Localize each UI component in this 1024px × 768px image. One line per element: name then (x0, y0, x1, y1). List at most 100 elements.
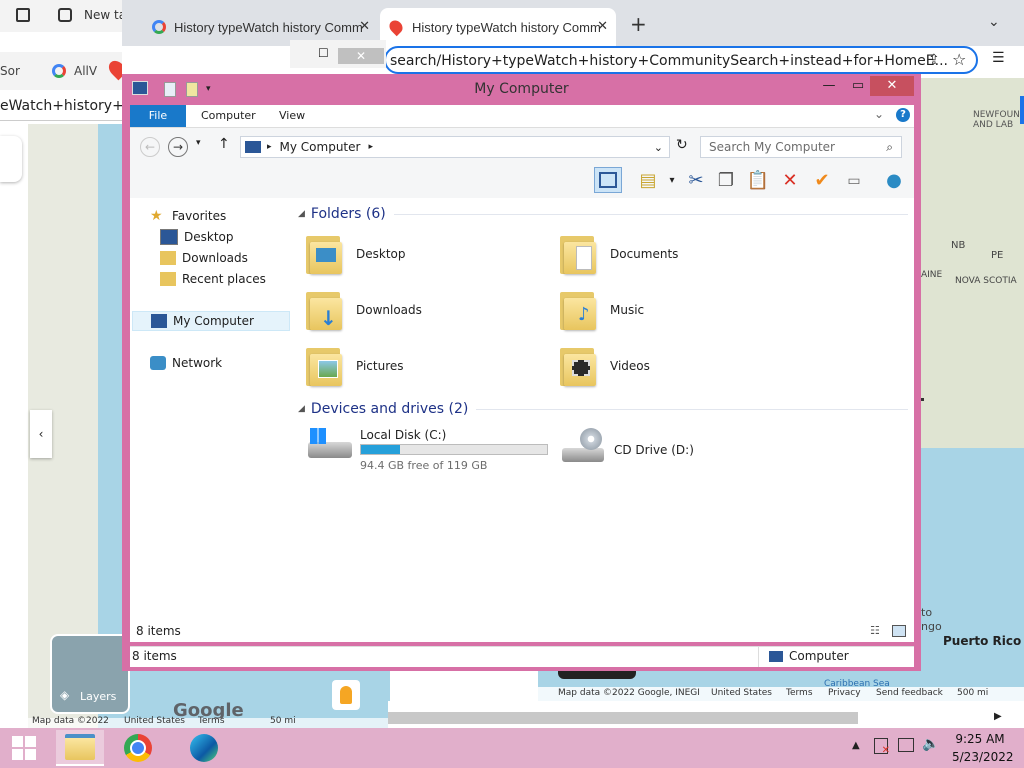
folder-item[interactable]: Videos (558, 340, 798, 392)
maximize-icon[interactable]: ☐ (318, 46, 329, 60)
scroll-right-icon[interactable]: ▶ (994, 711, 1002, 722)
rename-icon[interactable]: ▭ (842, 169, 866, 193)
map-region-link[interactable]: United States (711, 688, 772, 698)
recent-locations-icon[interactable]: ▾ (196, 138, 201, 148)
map-label-puerto-rico: Puerto Rico (943, 634, 1022, 648)
breadcrumb-chevron-icon[interactable]: ▸ (368, 142, 373, 152)
address-dropdown-icon[interactable]: ⌄ (654, 141, 663, 154)
map-region-link[interactable]: United States (124, 716, 185, 726)
tab-file[interactable]: File (130, 105, 186, 127)
reading-list-icon[interactable]: ☰ (992, 50, 1005, 66)
folder-item[interactable]: Documents (558, 228, 798, 280)
sidebar-item-desktop[interactable]: Desktop (130, 227, 288, 247)
clock-time[interactable]: 9:25 AM (952, 732, 1008, 746)
map-control-edge[interactable] (1020, 96, 1024, 124)
edge-tab-allv[interactable]: AllV (74, 64, 97, 78)
map-side-panel-tab[interactable] (0, 136, 22, 182)
map-privacy-link[interactable]: Privacy (828, 688, 861, 698)
search-icon[interactable]: ⌕ (886, 137, 893, 157)
map-land (921, 78, 1024, 448)
close-tab-icon[interactable]: ✕ (597, 18, 608, 34)
search-input[interactable]: Search My Computer ⌕ (700, 136, 902, 158)
chrome-omnibox[interactable]: search/History+typeWatch+history+Communi… (384, 46, 978, 74)
collapse-panel-button[interactable]: ‹ (30, 410, 52, 458)
map-feedback-link[interactable]: Send feedback (876, 688, 943, 698)
drive-item-c[interactable]: Local Disk (C:) 94.4 GB free of 119 GB (304, 424, 554, 476)
toolbar-dropdown-icon[interactable]: ▾ (660, 169, 684, 193)
close-tab-icon[interactable]: ✕ (359, 18, 370, 34)
edge-tab-label[interactable]: New ta (84, 8, 126, 22)
details-view-icon[interactable]: ☷ (870, 624, 880, 637)
bookmark-star-icon[interactable]: ☆ (952, 50, 966, 69)
copy-icon[interactable]: ❐ (714, 169, 738, 193)
tab-computer[interactable]: Computer (188, 105, 269, 127)
tab-actions-icon[interactable] (16, 8, 30, 22)
action-center-icon[interactable]: ✕ (874, 738, 890, 756)
sidebar-item-my-computer[interactable]: My Computer (132, 311, 290, 331)
clock-date[interactable]: 5/23/2022 (952, 750, 1014, 764)
cut-icon[interactable]: ✂ (684, 169, 708, 193)
folder-item[interactable]: ♪ Music (558, 284, 798, 336)
breadcrumb-separator-icon[interactable]: ▸ (267, 142, 272, 152)
show-hidden-icons-icon[interactable]: ▲ (852, 740, 860, 751)
folder-item[interactable]: Pictures (304, 340, 544, 392)
edge-icon (190, 734, 218, 762)
help-icon[interactable]: ? (896, 108, 910, 122)
map-marker (921, 398, 924, 401)
map-terms-link[interactable]: Terms (786, 688, 813, 698)
taskbar-chrome[interactable] (114, 730, 162, 766)
sidebar-label: Downloads (182, 251, 248, 265)
large-icons-view-icon[interactable] (892, 625, 906, 637)
devices-section-header[interactable]: ◢ Devices and drives (2) (298, 401, 908, 417)
close-window-button[interactable]: ✕ (338, 48, 384, 64)
forward-button[interactable]: → (168, 137, 188, 157)
address-bar[interactable]: ▸ My Computer ▸ ⌄ (240, 136, 670, 158)
start-button[interactable] (0, 730, 48, 766)
tab-view[interactable]: View (266, 105, 318, 127)
sidebar-item-recent[interactable]: Recent places (130, 269, 288, 289)
layers-icon: ◈ (60, 688, 70, 702)
close-button[interactable]: ✕ (870, 76, 914, 96)
drive-item-d[interactable]: CD Drive (D:) (558, 424, 798, 476)
new-tab-icon (58, 8, 72, 22)
taskbar-file-explorer[interactable] (56, 730, 104, 766)
share-icon[interactable]: ⇪ (928, 52, 940, 68)
edge-tab-sort[interactable]: Sor (0, 64, 20, 78)
layers-button[interactable]: ◈ Layers (50, 634, 130, 714)
folder-item[interactable]: Desktop (304, 228, 544, 280)
volume-muted-icon[interactable]: 🔈 (922, 736, 939, 752)
delete-icon[interactable]: ✕ (778, 169, 802, 193)
windows-logo-icon (310, 428, 326, 444)
preview-pane-icon[interactable] (594, 167, 622, 193)
horizontal-scrollbar-thumb[interactable] (388, 712, 858, 724)
layers-label: Layers (80, 690, 117, 703)
desktop-icon (160, 229, 178, 245)
right-map-area[interactable]: NEWFOUN AND LAB NB PE AINE NOVA SCOTIA t… (921, 78, 1024, 700)
music-folder-icon: ♪ (558, 288, 598, 332)
globe-icon[interactable]: ● (882, 169, 906, 193)
section-divider (476, 408, 908, 410)
new-tab-icon[interactable]: + (630, 12, 647, 36)
back-button[interactable]: ← (140, 137, 160, 157)
explorer-titlebar[interactable]: ▾ My Computer — ▭ ✕ (122, 74, 921, 104)
tab-search-icon[interactable]: ⌄ (988, 14, 1000, 30)
sidebar-item-network[interactable]: Network (130, 353, 288, 373)
network-status-icon[interactable] (898, 738, 914, 752)
taskbar-edge[interactable] (180, 730, 228, 766)
drive-name: CD Drive (D:) (614, 443, 694, 457)
checkmark-icon[interactable]: ✔ (810, 169, 834, 193)
ribbon-expand-icon[interactable]: ⌄ (874, 107, 884, 121)
paste-icon[interactable]: 📋 (746, 169, 770, 193)
chrome-tab-2[interactable]: History typeWatch history Comm ✕ (380, 8, 616, 46)
properties-folder-icon[interactable]: ▤ (636, 169, 660, 193)
folders-section-header[interactable]: ◢ Folders (6) (298, 206, 908, 222)
up-button[interactable]: ↑ (218, 136, 230, 152)
sidebar-item-downloads[interactable]: Downloads (130, 248, 288, 268)
pegman-button[interactable] (332, 680, 360, 710)
refresh-icon[interactable]: ↻ (676, 137, 688, 153)
sidebar-item-favorites[interactable]: ★ Favorites (130, 206, 288, 226)
map-terms-link[interactable]: Terms (198, 716, 225, 726)
folder-item[interactable]: ↓ Downloads (304, 284, 544, 336)
address-text[interactable]: My Computer (280, 140, 361, 154)
edge-address-text: eWatch+history+Co (0, 98, 143, 114)
